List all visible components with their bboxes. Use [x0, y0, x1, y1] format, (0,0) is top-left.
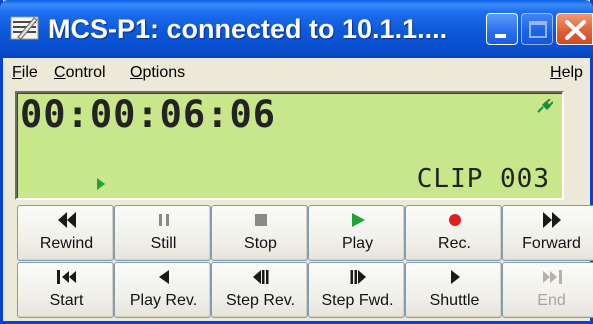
fast-forward-icon [503, 211, 593, 231]
close-button[interactable] [556, 13, 593, 45]
stop-icon [212, 211, 309, 231]
window-title: MCS-P1: connected to 10.1.1.... [48, 14, 448, 44]
minimize-button[interactable] [486, 13, 518, 45]
step-reverse-button[interactable]: Step Rev. [211, 262, 308, 318]
go-to-end-icon [503, 268, 593, 288]
clip-name: CLIP 003 [416, 164, 550, 194]
menu-control[interactable]: Control [54, 64, 106, 82]
forward-button[interactable]: Forward [502, 205, 593, 261]
rewind-button[interactable]: Rewind [17, 205, 114, 261]
step-forward-button[interactable]: Step Fwd. [308, 262, 405, 318]
still-button[interactable]: Still [114, 205, 211, 261]
start-button[interactable]: Start [17, 262, 114, 318]
app-icon[interactable] [10, 15, 40, 41]
step-forward-icon [309, 268, 406, 288]
pause-icon [115, 211, 212, 231]
menu-options[interactable]: Options [130, 64, 185, 82]
minimize-icon [495, 34, 506, 38]
play-reverse-icon [115, 268, 212, 288]
maximize-button[interactable] [521, 13, 553, 45]
play-button[interactable]: Play [308, 205, 405, 261]
maximize-icon [529, 21, 547, 38]
record-icon [406, 211, 503, 231]
shuttle-button[interactable]: Shuttle [405, 262, 502, 318]
go-to-start-icon [18, 268, 115, 288]
play-reverse-button[interactable]: Play Rev. [114, 262, 211, 318]
play-icon [309, 211, 406, 231]
shuttle-icon [406, 268, 503, 288]
menu-bar: File Control Options Help [3, 58, 590, 88]
connection-plug-icon [537, 98, 554, 118]
end-button[interactable]: End [502, 262, 593, 318]
menu-file[interactable]: File [12, 64, 38, 82]
step-reverse-icon [212, 268, 309, 288]
title-bar[interactable]: MCS-P1: connected to 10.1.1.... [0, 0, 593, 58]
record-button[interactable]: Rec. [405, 205, 502, 261]
timecode-display: 00:00:06:06 CLIP 003 [15, 91, 564, 200]
mcs-p1-window: MCS-P1: connected to 10.1.1.... File Con… [0, 0, 593, 324]
rewind-icon [18, 211, 115, 231]
menu-help[interactable]: Help [550, 64, 583, 82]
close-icon [565, 20, 586, 40]
play-indicator-icon [96, 177, 106, 195]
stop-button[interactable]: Stop [211, 205, 308, 261]
timecode-readout: 00:00:06:06 [20, 93, 277, 136]
